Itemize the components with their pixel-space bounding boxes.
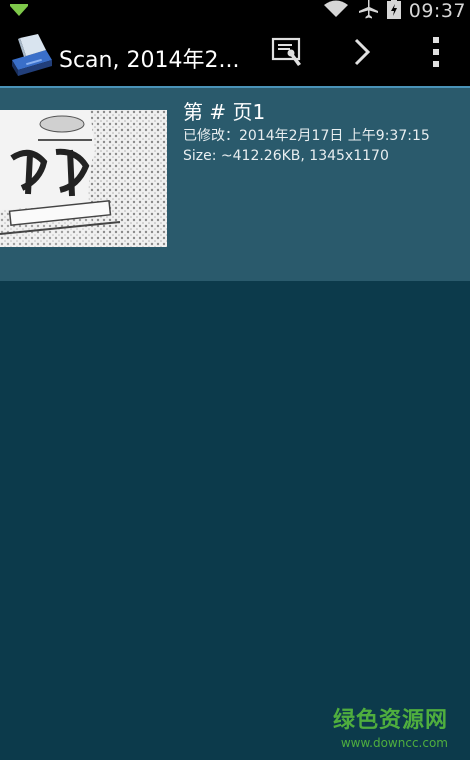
item-modified: 已修改：2014年2月17日 上午9:37:15 xyxy=(183,128,430,144)
watermark-name: 绿色资源网 xyxy=(332,708,448,733)
overflow-menu-icon xyxy=(431,35,441,73)
action-bar: Scan, 2014年2... xyxy=(0,22,470,86)
next-button[interactable] xyxy=(340,32,384,76)
list-item[interactable]: 第 # 页1 已修改：2014年2月17日 上午9:37:15 Size: ~4… xyxy=(0,88,470,281)
chevron-right-icon xyxy=(350,36,374,72)
watermark: 绿色资源网 www.downcc.com xyxy=(333,702,448,750)
select-items-icon xyxy=(270,36,306,72)
app-title: Scan, 2014年2... xyxy=(59,48,240,73)
item-title: 第 # 页1 xyxy=(183,100,266,124)
watermark-url: www.downcc.com xyxy=(340,736,448,750)
wifi-icon xyxy=(323,0,349,23)
item-size: Size: ~412.26KB, 1345x1170 xyxy=(183,148,389,164)
airplane-icon xyxy=(357,0,379,23)
notification-arrow-icon xyxy=(8,3,30,22)
overflow-menu-button[interactable] xyxy=(414,32,458,76)
status-bar: 09:37 xyxy=(0,0,470,22)
status-time: 09:37 xyxy=(408,0,466,22)
battery-icon xyxy=(386,0,401,23)
select-items-button[interactable] xyxy=(266,32,310,76)
page-thumbnail[interactable] xyxy=(0,110,167,247)
scanner-app-icon[interactable] xyxy=(8,30,54,78)
status-icons: 09:37 xyxy=(323,0,466,22)
